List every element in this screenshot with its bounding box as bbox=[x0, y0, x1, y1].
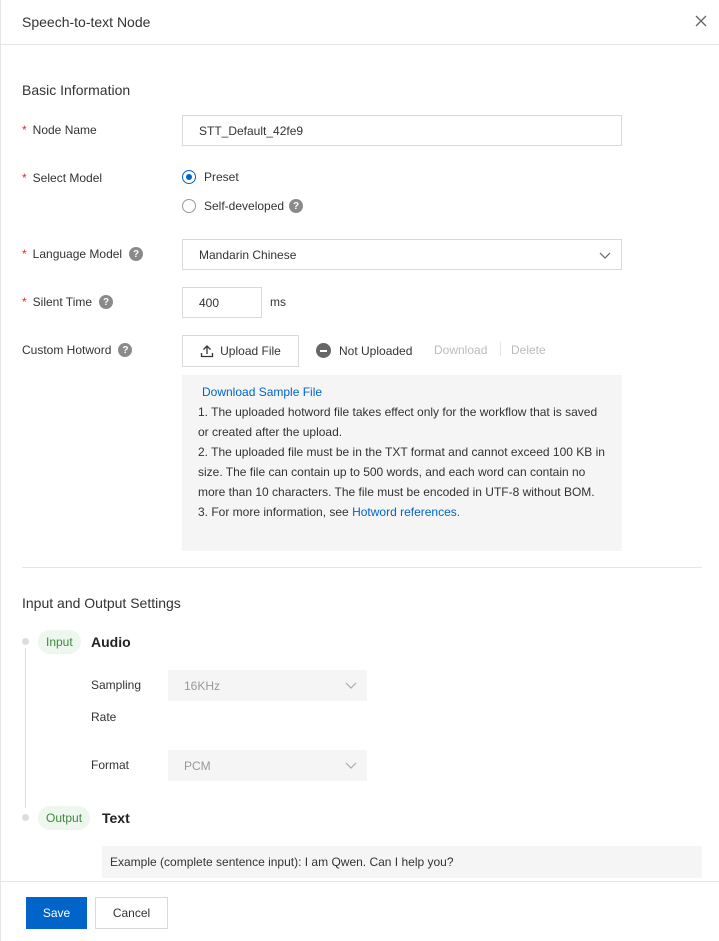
silent-time-label-text: Silent Time bbox=[32, 295, 93, 309]
delete-link[interactable]: Delete bbox=[511, 343, 546, 357]
required-mark: * bbox=[22, 123, 27, 137]
node-name-label-text: Node Name bbox=[32, 123, 97, 137]
sampling-rate-label-2: Rate bbox=[91, 710, 117, 724]
close-icon[interactable] bbox=[694, 14, 708, 28]
hotword-note-3: 3. For more information, see Hotword ref… bbox=[198, 502, 606, 522]
language-model-value: Mandarin Chinese bbox=[199, 247, 297, 262]
required-mark: * bbox=[22, 247, 27, 261]
help-icon[interactable]: ? bbox=[118, 343, 133, 357]
radio-self-developed-label: Self-developed bbox=[204, 199, 285, 213]
language-model-label-text: Language Model bbox=[32, 247, 123, 261]
panel-header: Speech-to-text Node bbox=[1, 0, 719, 45]
silent-time-unit: ms bbox=[270, 295, 286, 309]
help-icon[interactable]: ? bbox=[289, 199, 304, 213]
sampling-rate-select: 16KHz bbox=[168, 670, 367, 701]
chevron-down-icon bbox=[345, 762, 357, 769]
radio-checked-icon[interactable] bbox=[182, 170, 196, 184]
timeline-dot bbox=[22, 814, 29, 821]
output-tag: Output bbox=[38, 806, 91, 830]
required-mark: * bbox=[22, 171, 27, 185]
custom-hotword-label: Custom Hotword ? bbox=[22, 343, 133, 357]
radio-self-developed[interactable]: Self-developed ? bbox=[182, 199, 304, 213]
silent-time-label: * Silent Time ? bbox=[22, 295, 114, 309]
panel-title: Speech-to-text Node bbox=[22, 14, 151, 30]
timeline-line bbox=[25, 648, 26, 808]
help-icon[interactable]: ? bbox=[99, 295, 114, 309]
hotword-note-2: 2. The uploaded file must be in the TXT … bbox=[198, 445, 605, 499]
chevron-down-icon bbox=[345, 682, 357, 689]
hotword-info-box: Download Sample File 1. The uploaded hot… bbox=[182, 375, 622, 551]
basic-info-title: Basic Information bbox=[22, 82, 131, 98]
node-name-input[interactable]: STT_Default_42fe9 bbox=[182, 115, 622, 146]
sampling-rate-value: 16KHz bbox=[184, 678, 221, 693]
output-title: Text bbox=[102, 810, 130, 826]
output-example: Example (complete sentence input): I am … bbox=[102, 846, 702, 878]
not-uploaded-icon bbox=[316, 343, 331, 358]
input-title: Audio bbox=[91, 634, 131, 650]
language-model-select[interactable]: Mandarin Chinese bbox=[182, 239, 622, 270]
io-settings-title: Input and Output Settings bbox=[22, 595, 181, 611]
input-tag: Input bbox=[38, 630, 81, 654]
format-value: PCM bbox=[184, 758, 211, 773]
select-model-label-text: Select Model bbox=[32, 171, 103, 185]
hotword-note-3-text: 3. For more information, see bbox=[198, 505, 353, 519]
radio-preset[interactable]: Preset bbox=[182, 170, 239, 184]
help-icon[interactable]: ? bbox=[129, 247, 144, 261]
timeline-dot bbox=[22, 638, 29, 645]
silent-time-input[interactable]: 400 bbox=[182, 287, 262, 318]
upload-status-text: Not Uploaded bbox=[339, 343, 413, 358]
cancel-button[interactable]: Cancel bbox=[95, 897, 168, 929]
node-name-label: * Node Name bbox=[22, 123, 97, 137]
radio-preset-label: Preset bbox=[204, 170, 239, 184]
radio-unchecked-icon[interactable] bbox=[182, 199, 196, 213]
format-select: PCM bbox=[168, 750, 367, 781]
upload-icon bbox=[200, 345, 214, 358]
link-divider bbox=[500, 342, 501, 356]
download-sample-link[interactable]: Download Sample File bbox=[202, 385, 606, 400]
upload-file-label: Upload File bbox=[220, 344, 281, 358]
select-model-label: * Select Model bbox=[22, 171, 102, 185]
hotword-note-1: 1. The uploaded hotword file takes effec… bbox=[198, 405, 598, 439]
language-model-label: * Language Model ? bbox=[22, 247, 144, 261]
save-button[interactable]: Save bbox=[26, 897, 87, 929]
download-link[interactable]: Download bbox=[434, 343, 487, 357]
upload-file-button[interactable]: Upload File bbox=[182, 335, 299, 367]
node-name-value: STT_Default_42fe9 bbox=[199, 123, 304, 138]
custom-hotword-label-text: Custom Hotword bbox=[22, 343, 112, 357]
hotword-references-link[interactable]: Hotword references. bbox=[352, 505, 460, 519]
format-label: Format bbox=[91, 758, 130, 772]
required-mark: * bbox=[22, 295, 27, 309]
silent-time-value: 400 bbox=[199, 295, 220, 310]
section-divider bbox=[22, 567, 702, 568]
upload-status: Not Uploaded bbox=[316, 343, 412, 358]
sampling-rate-label-1: Sampling bbox=[91, 678, 142, 692]
speech-to-text-panel: Speech-to-text Node Basic Information * … bbox=[0, 0, 719, 941]
chevron-down-icon bbox=[599, 252, 611, 259]
